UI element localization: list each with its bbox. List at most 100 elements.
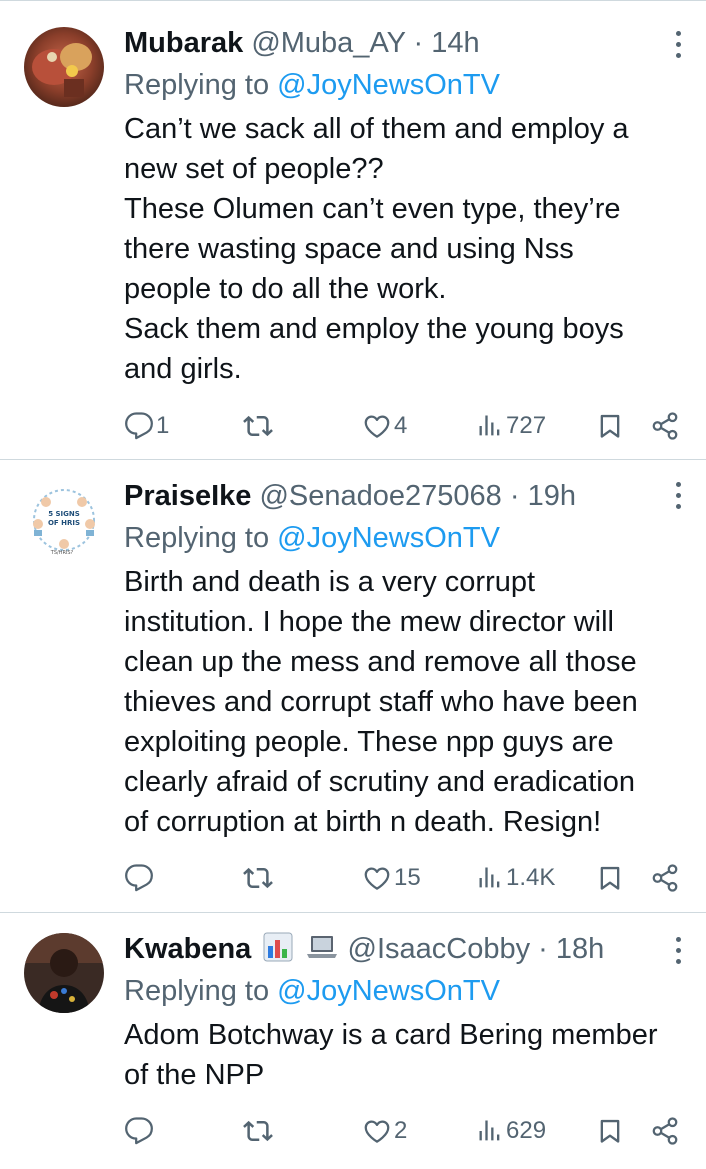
bookmark-icon [600, 414, 620, 438]
tweet-mubarak[interactable]: Mubarak @Muba_AY · 14h Replying to @JoyN… [0, 0, 706, 460]
avatar[interactable] [24, 933, 104, 1013]
like-count: 2 [394, 1117, 408, 1144]
tweet-text-line: institution. I hope the mew director wil… [124, 606, 614, 638]
reply-icon [125, 412, 153, 440]
mention-link[interactable]: @JoyNewsOnTV [277, 69, 500, 101]
reply-button[interactable]: 1 [124, 408, 169, 444]
tweet-text-line: Adom Botchway is a card Bering member [124, 1019, 658, 1051]
views-count: 629 [506, 1117, 547, 1144]
reply-count: 1 [156, 412, 170, 439]
tweet-text-line: clearly afraid of scrutiny and eradicati… [124, 766, 635, 798]
display-name[interactable]: Mubarak [124, 27, 243, 59]
retweet-icon [243, 415, 273, 437]
more-options-icon[interactable] [672, 482, 684, 512]
tweet-header: Mubarak @Muba_AY · 14h [124, 23, 692, 63]
bookmark-icon [600, 1119, 620, 1143]
reply-button[interactable] [124, 1113, 156, 1149]
avatar[interactable] [24, 27, 104, 107]
tweet-header: PraiseIke @Senadoe275068 · 19h [124, 476, 692, 516]
user-handle[interactable]: @IsaacCobby [348, 933, 531, 965]
views-button[interactable]: 1.4K [476, 860, 555, 896]
replying-to: Replying to @JoyNewsOnTV [124, 65, 692, 105]
separator-dot: · [413, 27, 424, 59]
reply-feed: Mubarak @Muba_AY · 14h Replying to @JoyN… [0, 0, 706, 1169]
views-icon [479, 415, 500, 436]
like-button[interactable]: 15 [362, 860, 421, 896]
tweet-content: Kwabena @IsaacCobby · 18h Replying to @J… [124, 929, 692, 1095]
like-count: 4 [394, 412, 408, 439]
separator-dot: · [509, 480, 520, 512]
views-count: 727 [506, 412, 547, 439]
mention-link[interactable]: @JoyNewsOnTV [277, 975, 500, 1007]
replying-prefix: Replying to [124, 522, 278, 554]
tweet-header: Kwabena @IsaacCobby · 18h [124, 929, 692, 969]
reply-button[interactable] [124, 860, 156, 896]
display-name[interactable]: Kwabena [124, 933, 251, 965]
tweet-text: Adom Botchway is a card Bering member of… [124, 1015, 692, 1095]
bookmark-button[interactable] [596, 1113, 624, 1149]
replying-to: Replying to @JoyNewsOnTV [124, 971, 692, 1011]
tweet-text: Birth and death is a very corrupt instit… [124, 562, 692, 842]
mention-link[interactable]: @JoyNewsOnTV [277, 522, 500, 554]
bookmark-button[interactable] [596, 860, 624, 896]
retweet-button[interactable] [242, 860, 276, 896]
share-button[interactable] [650, 1113, 680, 1149]
tweet-text: Can’t we sack all of them and employ a n… [124, 109, 692, 389]
tweet-text-line: Can’t we sack all of them and employ a [124, 113, 629, 145]
avatar-text: OF HRIS [48, 519, 80, 527]
tweet-kwabena[interactable]: Kwabena @IsaacCobby · 18h Replying to @J… [0, 913, 706, 1169]
like-icon [364, 415, 390, 438]
tweet-text-line: new set of people?? [124, 153, 384, 185]
retweet-icon [243, 867, 273, 889]
retweet-button[interactable] [242, 1113, 276, 1149]
share-icon [652, 412, 678, 440]
views-icon [479, 1120, 500, 1141]
bar-chart-emoji-icon [263, 932, 293, 973]
like-button[interactable]: 4 [362, 408, 407, 444]
retweet-button[interactable] [242, 408, 276, 444]
separator-dot: · [538, 933, 548, 965]
timestamp[interactable]: 19h [528, 480, 576, 512]
views-icon [479, 867, 500, 888]
replying-prefix: Replying to [124, 975, 278, 1007]
like-count: 15 [394, 864, 421, 891]
views-button[interactable]: 629 [476, 1113, 546, 1149]
replying-to: Replying to @JoyNewsOnTV [124, 518, 692, 558]
user-handle[interactable]: @Senadoe275068 [259, 480, 501, 512]
tweet-text-line: thieves and corrupt staff who have been [124, 686, 638, 718]
tweet-text-line: and girls. [124, 353, 242, 385]
like-button[interactable]: 2 [362, 1113, 407, 1149]
share-button[interactable] [650, 860, 680, 896]
more-options-icon[interactable] [672, 937, 684, 967]
tweet-praiseike[interactable]: 5 SIGNS OF HRIS TS/HRIS? PraiseIke @Sena… [0, 460, 706, 913]
share-icon [652, 1117, 678, 1145]
tweet-text-line: Birth and death is a very corrupt [124, 566, 536, 598]
display-name[interactable]: PraiseIke [124, 480, 251, 512]
reply-icon [125, 1117, 153, 1145]
laptop-emoji-icon [305, 932, 339, 973]
avatar-text: TS/HRIS? [50, 550, 74, 556]
bookmark-icon [600, 866, 620, 890]
action-bar: 1 4 727 [124, 408, 686, 444]
tweet-text-line: These Olumen can’t even type, they’re [124, 193, 621, 225]
retweet-icon [243, 1120, 273, 1142]
views-count: 1.4K [506, 864, 556, 891]
share-button[interactable] [650, 408, 680, 444]
reply-icon [125, 864, 153, 892]
action-bar: 15 1.4K [124, 860, 686, 896]
avatar-text: 5 SIGNS [48, 510, 80, 518]
tweet-text-line: there wasting space and using Nss [124, 233, 574, 265]
more-options-icon[interactable] [672, 31, 684, 61]
timestamp[interactable]: 14h [431, 27, 479, 59]
tweet-text-line: exploiting people. These npp guys are [124, 726, 614, 758]
avatar[interactable]: 5 SIGNS OF HRIS TS/HRIS? [24, 480, 104, 560]
replying-prefix: Replying to [124, 69, 278, 101]
bookmark-button[interactable] [596, 408, 624, 444]
tweet-text-line: people to do all the work. [124, 273, 447, 305]
views-button[interactable]: 727 [476, 408, 546, 444]
tweet-content: PraiseIke @Senadoe275068 · 19h Replying … [124, 476, 692, 842]
tweet-text-line: Sack them and employ the young boys [124, 313, 624, 345]
share-icon [652, 864, 678, 892]
user-handle[interactable]: @Muba_AY [251, 27, 405, 59]
timestamp[interactable]: 18h [556, 933, 604, 965]
